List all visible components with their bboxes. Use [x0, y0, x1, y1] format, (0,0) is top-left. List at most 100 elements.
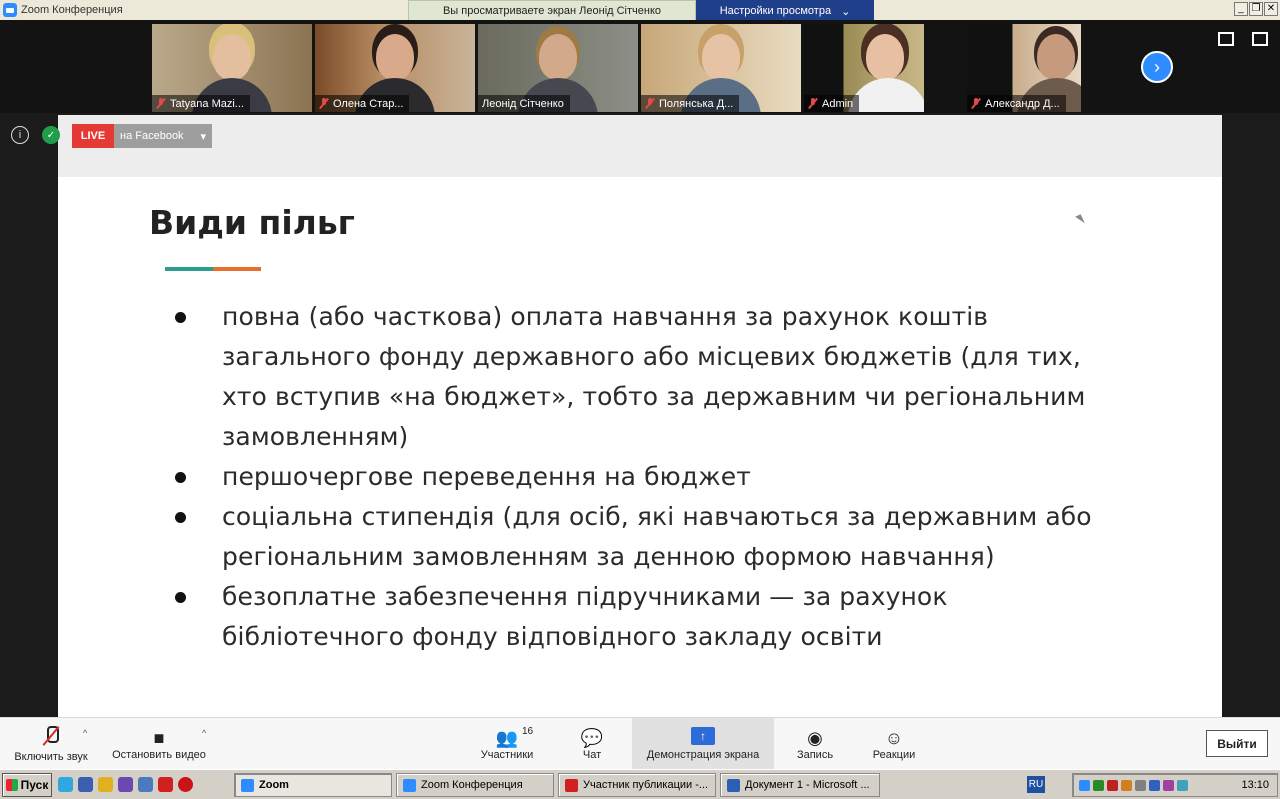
bullet-icon [175, 592, 186, 603]
audio-options-caret[interactable]: ^ [83, 728, 87, 738]
list-item: першочергове переведення на бюджет [174, 457, 1124, 497]
caret-down-icon: ▾ [200, 130, 206, 143]
info-icon[interactable]: i [11, 126, 29, 144]
screen-share-notice: Вы просматриваете экран Леонід Сітченко [408, 0, 696, 22]
media-icon[interactable] [118, 777, 133, 792]
unmute-label: Включить звук [14, 750, 88, 763]
windows-logo-icon [5, 779, 18, 791]
save-icon[interactable] [78, 777, 93, 792]
antivirus-icon[interactable] [1107, 779, 1118, 791]
security-shield-icon[interactable]: ✓ [42, 126, 60, 144]
participant-gallery: Tatyana Mazi... Олена Стар... Леонід Сіт… [0, 20, 1280, 113]
presentation-slide: Види пільг повна (або часткова) оплата н… [58, 115, 1222, 717]
emoji-reaction-icon: ☺ [884, 728, 904, 748]
start-button[interactable]: Пуск [2, 773, 52, 797]
quick-launch [58, 777, 193, 792]
share-screen-button[interactable]: ↑ Демонстрация экрана [632, 718, 774, 770]
stop-video-label: Остановить видео [112, 749, 206, 761]
mic-off-icon [808, 98, 818, 109]
minimize-button[interactable]: _ [1234, 2, 1248, 16]
network-icon[interactable] [1093, 779, 1104, 791]
mic-off-icon [645, 98, 655, 109]
yandex-browser-icon [565, 778, 578, 792]
participant-name: Tatyana Mazi... [170, 97, 244, 110]
participants-icon: 👥 [495, 728, 519, 748]
app-tray-icon[interactable] [1121, 779, 1132, 791]
window-controls: _ ❐ ✕ [1234, 2, 1278, 16]
next-page-arrow-icon[interactable]: › [1141, 51, 1173, 83]
clock: 13:10 [1241, 779, 1269, 791]
participant-tile[interactable]: Олена Стар... [315, 24, 475, 112]
window-title: Zoom Конференция [21, 4, 123, 16]
language-indicator[interactable]: RU [1027, 776, 1045, 793]
mic-off-icon [319, 98, 329, 109]
share-screen-label: Демонстрация экрана [646, 749, 760, 761]
participant-tile[interactable]: Admin [804, 24, 924, 112]
chat-button[interactable]: 💬 Чат [565, 718, 619, 770]
zoom-window: Zoom Конференция _ ❐ ✕ Вы просматриваете… [0, 0, 1280, 799]
fullscreen-icon[interactable] [1252, 32, 1268, 46]
participant-tile-active-speaker[interactable]: Леонід Сітченко [478, 24, 638, 112]
close-button[interactable]: ✕ [1264, 2, 1278, 16]
participant-name: Александр Д... [985, 97, 1060, 110]
keyboard-icon[interactable] [1149, 779, 1160, 791]
participant-tile[interactable]: Александр Д... [967, 24, 1081, 112]
zoom-tray-icon[interactable] [1079, 779, 1090, 791]
chat-icon: 💬 [580, 728, 604, 748]
video-options-caret[interactable]: ^ [202, 728, 206, 738]
list-item: повна (або часткова) оплата навчання за … [174, 297, 1124, 457]
participant-name: Admin [822, 97, 854, 110]
zoom-app-icon [3, 3, 17, 17]
live-destination: на Facebook [120, 130, 184, 142]
monitor-icon[interactable] [138, 777, 153, 792]
taskbar-item[interactable]: Zoom Конференция [396, 773, 554, 797]
leave-meeting-button[interactable]: Выйти [1206, 730, 1268, 757]
bullet-icon [175, 472, 186, 483]
tray-icon[interactable] [1163, 779, 1174, 791]
speaker-view-icon[interactable] [1218, 32, 1234, 46]
participants-count: 16 [522, 726, 534, 737]
participant-name: Леонід Сітченко [482, 97, 564, 110]
system-tray: 13:10 [1072, 773, 1278, 797]
taskbar-item[interactable]: Zoom [234, 773, 392, 797]
mic-off-icon [971, 98, 981, 109]
slide-header-band [58, 115, 1222, 177]
view-settings-button[interactable]: Настройки просмотра ⌄ [696, 0, 874, 22]
participant-tile[interactable]: Полянська Д... [641, 24, 801, 112]
chevron-down-icon: ⌄ [841, 5, 851, 18]
taskbar-item[interactable]: Документ 1 - Microsoft ... [720, 773, 880, 797]
benefits-list: повна (або часткова) оплата навчання за … [174, 297, 1124, 657]
unmute-button[interactable]: Включить звук [6, 718, 96, 770]
record-label: Запись [796, 749, 834, 761]
skype-icon[interactable] [58, 777, 73, 792]
mic-off-icon [156, 98, 166, 109]
word-icon [727, 778, 740, 792]
participant-name: Полянська Д... [659, 97, 734, 110]
participant-tile[interactable]: Tatyana Mazi... [152, 24, 312, 112]
yandex-icon[interactable] [158, 777, 173, 792]
list-item: безоплатне забезпечення підручниками — з… [174, 577, 1124, 657]
taskbar-item[interactable]: Участник публикации -... [558, 773, 716, 797]
stop-video-button[interactable]: ■ Остановить видео [104, 718, 214, 770]
record-icon: ◉ [807, 728, 823, 748]
shared-screen: Види пільг повна (або часткова) оплата н… [0, 113, 1280, 717]
restore-button[interactable]: ❐ [1249, 2, 1263, 16]
tray-icon[interactable] [1177, 779, 1188, 791]
zoom-icon [241, 778, 254, 792]
zoom-icon [403, 778, 416, 792]
opera-icon[interactable] [178, 777, 193, 792]
app-icon[interactable] [98, 777, 113, 792]
participants-label: Участники [480, 749, 534, 761]
participant-name: Олена Стар... [333, 97, 404, 110]
live-stream-badge[interactable]: LIVE на Facebook ▾ [72, 124, 212, 148]
bullet-icon [175, 312, 186, 323]
volume-icon[interactable] [1135, 779, 1146, 791]
live-label: LIVE [72, 124, 114, 148]
bullet-icon [175, 512, 186, 523]
meeting-toolbar: Включить звук ^ ■ Остановить видео ^ 👥 У… [0, 717, 1280, 770]
chat-label: Чат [582, 749, 602, 761]
record-button[interactable]: ◉ Запись [786, 718, 844, 770]
share-screen-icon: ↑ [691, 727, 715, 745]
mic-muted-icon [44, 725, 59, 746]
reactions-button[interactable]: ☺ Реакции [862, 718, 926, 770]
